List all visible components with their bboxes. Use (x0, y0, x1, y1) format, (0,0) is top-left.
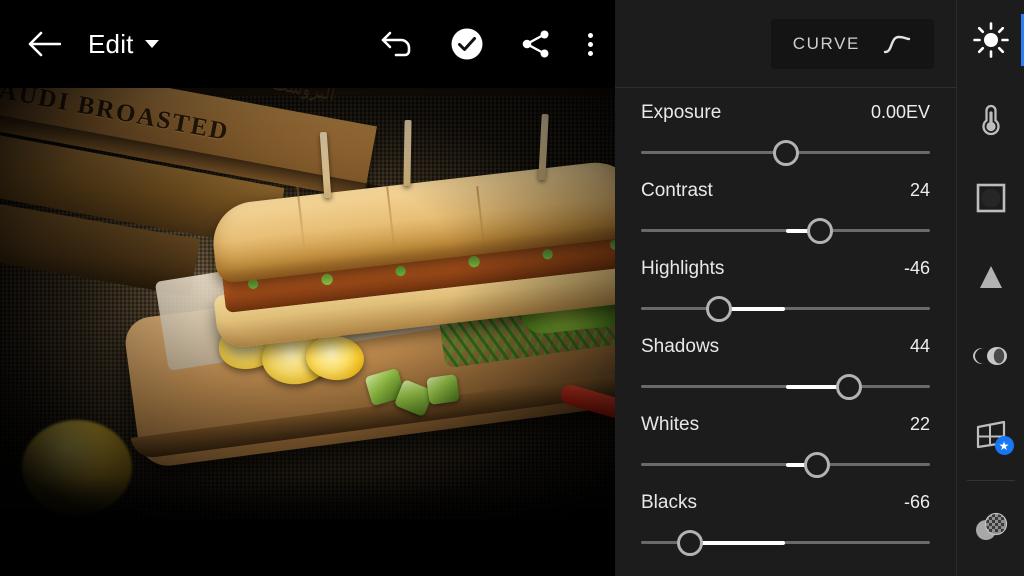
slider-thumb-exposure[interactable] (772, 140, 799, 166)
slider-header-contrast: Contrast 24 (641, 180, 930, 202)
slider-highlights[interactable]: Highlights -46 (641, 258, 930, 322)
slider-track-whites[interactable] (641, 452, 930, 478)
slider-header-highlights: Highlights -46 (641, 258, 930, 280)
overflow-menu-icon (588, 41, 593, 47)
slider-exposure[interactable]: Exposure 0.00EV (641, 102, 930, 166)
slider-track-highlights[interactable] (641, 296, 930, 322)
more-button[interactable] (588, 32, 593, 56)
slider-label-blacks: Blacks (641, 492, 697, 513)
slider-label-shadows: Shadows (641, 336, 720, 357)
adjustments-panel: CURVE Exposure 0.00EV Contrast 24 Highlights… (615, 0, 956, 576)
slider-thumb-whites[interactable] (804, 452, 831, 478)
overflow-menu-icon (588, 32, 593, 38)
tool-rail: ★ (956, 0, 1024, 576)
slider-thumb-highlights[interactable] (706, 296, 733, 322)
curve-button[interactable]: CURVE (770, 18, 934, 69)
slider-whites[interactable]: Whites 22 (641, 414, 930, 478)
slider-label-contrast: Contrast (641, 180, 713, 201)
rail-item-masking[interactable] (957, 487, 1024, 566)
undo-button[interactable] (380, 29, 414, 59)
slider-header-whites: Whites 22 (641, 414, 930, 436)
sun-icon (972, 21, 1009, 58)
slider-fill-blacks (690, 541, 786, 545)
back-button[interactable] (22, 22, 66, 66)
square-vignette-icon (976, 183, 1005, 212)
rail-item-light[interactable] (957, 0, 1024, 79)
overflow-menu-icon (588, 50, 593, 56)
top-toolbar-actions (380, 27, 593, 61)
rail-item-effects[interactable] (957, 158, 1024, 237)
slider-track-shadows[interactable] (641, 374, 930, 400)
rail-item-color[interactable] (957, 79, 1024, 158)
slider-rail-highlights (641, 307, 930, 310)
thermometer-icon (981, 104, 1000, 135)
slider-track-contrast[interactable] (641, 218, 930, 244)
slider-value-shadows: 44 (909, 336, 930, 356)
back-arrow-icon (28, 31, 61, 57)
slider-header-blacks: Blacks -66 (641, 492, 930, 514)
apply-button[interactable] (450, 27, 484, 61)
slider-value-exposure: 0.00EV (870, 102, 930, 122)
slider-thumb-blacks[interactable] (677, 530, 704, 556)
overlapping-circles-icon (975, 512, 1007, 540)
slider-header-shadows: Shadows 44 (641, 336, 930, 358)
slider-value-blacks: -66 (903, 492, 930, 512)
photo-editor-screen: SAUDI BROASTED البروست السعودي (0, 0, 1024, 576)
lens-icon (972, 346, 1007, 365)
caret-down-icon (144, 40, 159, 48)
rail-item-detail[interactable] (957, 237, 1024, 316)
slider-value-highlights: -46 (903, 258, 930, 278)
curve-button-label: CURVE (792, 33, 860, 53)
slider-value-whites: 22 (909, 414, 930, 434)
edit-mode-dropdown[interactable]: Edit (88, 29, 159, 60)
slider-header-exposure: Exposure 0.00EV (641, 102, 930, 124)
tone-curve-icon (883, 35, 911, 53)
rail-item-optics[interactable] (957, 316, 1024, 395)
slider-track-exposure[interactable] (641, 140, 930, 166)
slider-contrast[interactable]: Contrast 24 (641, 180, 930, 244)
slider-blacks[interactable]: Blacks -66 (641, 492, 930, 556)
undo-icon (381, 31, 411, 57)
slider-track-blacks[interactable] (641, 530, 930, 556)
slider-thumb-shadows[interactable] (836, 374, 863, 400)
slider-label-exposure: Exposure (641, 102, 722, 123)
slider-value-contrast: 24 (909, 180, 930, 200)
triangle-icon (979, 265, 1002, 288)
edit-mode-label: Edit (88, 28, 134, 59)
slider-label-whites: Whites (641, 414, 700, 435)
check-circle-icon (451, 28, 483, 60)
panel-header: CURVE (615, 0, 956, 88)
premium-star-badge: ★ (994, 436, 1014, 455)
slider-shadows[interactable]: Shadows 44 (641, 336, 930, 400)
photo-bottom-fade (0, 476, 615, 576)
slider-label-highlights: Highlights (641, 258, 725, 279)
share-icon (522, 30, 549, 58)
rail-item-geometry[interactable]: ★ (957, 395, 1024, 474)
share-button[interactable] (520, 28, 552, 60)
slider-thumb-contrast[interactable] (807, 218, 834, 244)
slider-list: Exposure 0.00EV Contrast 24 Highlights -46 Sha… (615, 88, 956, 556)
rail-divider (966, 480, 1015, 481)
top-toolbar: Edit (0, 0, 615, 88)
